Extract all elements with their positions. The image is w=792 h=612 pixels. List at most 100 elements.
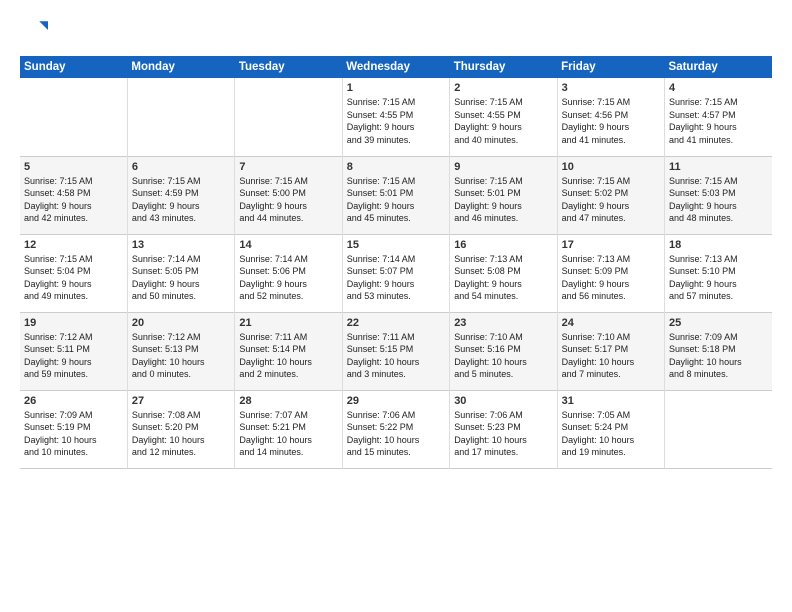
day-info: Sunrise: 7:07 AM Sunset: 5:21 PM Dayligh… [239,409,337,459]
day-number: 8 [347,161,445,173]
day-number: 4 [669,82,768,94]
week-row-1: 1 Sunrise: 7:15 AM Sunset: 4:55 PM Daylig… [20,78,772,156]
day-info: Sunrise: 7:15 AM Sunset: 5:03 PM Dayligh… [669,175,768,225]
day-info: Sunrise: 7:15 AM Sunset: 5:01 PM Dayligh… [454,175,552,225]
day-info: Sunrise: 7:05 AM Sunset: 5:24 PM Dayligh… [562,409,660,459]
day-number: 11 [669,161,768,173]
day-number: 21 [239,317,337,329]
day-number: 24 [562,317,660,329]
weekday-header-monday: Monday [127,56,234,78]
calendar-cell: 3 Sunrise: 7:15 AM Sunset: 4:56 PM Daylig… [557,78,664,156]
calendar-cell: 15 Sunrise: 7:14 AM Sunset: 5:07 PM Dayli… [342,234,449,312]
calendar-cell: 6 Sunrise: 7:15 AM Sunset: 4:59 PM Daylig… [127,156,234,234]
day-number: 1 [347,82,445,94]
calendar-cell: 2 Sunrise: 7:15 AM Sunset: 4:55 PM Daylig… [450,78,557,156]
day-info: Sunrise: 7:09 AM Sunset: 5:18 PM Dayligh… [669,331,768,381]
day-info: Sunrise: 7:15 AM Sunset: 5:01 PM Dayligh… [347,175,445,225]
day-info: Sunrise: 7:15 AM Sunset: 4:55 PM Dayligh… [347,96,445,146]
day-info: Sunrise: 7:11 AM Sunset: 5:15 PM Dayligh… [347,331,445,381]
calendar-cell: 27Sunrise: 7:08 AM Sunset: 5:20 PM Dayli… [127,390,234,468]
header [20,16,772,44]
day-number: 27 [132,395,230,407]
weekday-header-thursday: Thursday [450,56,557,78]
day-info: Sunrise: 7:12 AM Sunset: 5:11 PM Dayligh… [24,331,123,381]
day-info: Sunrise: 7:12 AM Sunset: 5:13 PM Dayligh… [132,331,230,381]
day-number: 23 [454,317,552,329]
day-number: 19 [24,317,123,329]
day-number: 10 [562,161,660,173]
calendar-cell: 14 Sunrise: 7:14 AM Sunset: 5:06 PM Dayli… [235,234,342,312]
day-number: 6 [132,161,230,173]
day-info: Sunrise: 7:15 AM Sunset: 4:57 PM Dayligh… [669,96,768,146]
day-number: 20 [132,317,230,329]
day-number: 31 [562,395,660,407]
weekday-header-tuesday: Tuesday [235,56,342,78]
day-number: 18 [669,239,768,251]
calendar-cell: 7 Sunrise: 7:15 AM Sunset: 5:00 PM Daylig… [235,156,342,234]
day-number: 13 [132,239,230,251]
day-info: Sunrise: 7:15 AM Sunset: 4:55 PM Dayligh… [454,96,552,146]
day-number: 17 [562,239,660,251]
day-number: 25 [669,317,768,329]
calendar-table: SundayMondayTuesdayWednesdayThursdayFrid… [20,56,772,469]
day-number: 29 [347,395,445,407]
day-number: 22 [347,317,445,329]
day-info: Sunrise: 7:15 AM Sunset: 4:58 PM Dayligh… [24,175,123,225]
page: SundayMondayTuesdayWednesdayThursdayFrid… [0,0,792,479]
calendar-cell: 18 Sunrise: 7:13 AM Sunset: 5:10 PM Dayli… [665,234,772,312]
calendar-cell: 8 Sunrise: 7:15 AM Sunset: 5:01 PM Daylig… [342,156,449,234]
calendar-cell: 11 Sunrise: 7:15 AM Sunset: 5:03 PM Dayli… [665,156,772,234]
calendar-cell [127,78,234,156]
calendar-cell: 31 Sunrise: 7:05 AM Sunset: 5:24 PM Dayli… [557,390,664,468]
day-number: 2 [454,82,552,94]
calendar-cell: 1 Sunrise: 7:15 AM Sunset: 4:55 PM Daylig… [342,78,449,156]
calendar-cell: 21Sunrise: 7:11 AM Sunset: 5:14 PM Dayli… [235,312,342,390]
calendar-cell [665,390,772,468]
day-number: 9 [454,161,552,173]
day-info: Sunrise: 7:14 AM Sunset: 5:07 PM Dayligh… [347,253,445,303]
calendar-cell: 22 Sunrise: 7:11 AM Sunset: 5:15 PM Dayli… [342,312,449,390]
day-info: Sunrise: 7:15 AM Sunset: 5:02 PM Dayligh… [562,175,660,225]
day-number: 14 [239,239,337,251]
week-row-3: 12 Sunrise: 7:15 AM Sunset: 5:04 PM Dayli… [20,234,772,312]
calendar-cell: 20 Sunrise: 7:12 AM Sunset: 5:13 PM Dayli… [127,312,234,390]
day-number: 26 [24,395,123,407]
day-info: Sunrise: 7:15 AM Sunset: 5:04 PM Dayligh… [24,253,123,303]
day-info: Sunrise: 7:15 AM Sunset: 5:00 PM Dayligh… [239,175,337,225]
calendar-cell: 24Sunrise: 7:10 AM Sunset: 5:17 PM Dayli… [557,312,664,390]
calendar-cell: 30 Sunrise: 7:06 AM Sunset: 5:23 PM Dayli… [450,390,557,468]
day-number: 12 [24,239,123,251]
weekday-header-friday: Friday [557,56,664,78]
day-number: 28 [239,395,337,407]
day-info: Sunrise: 7:10 AM Sunset: 5:16 PM Dayligh… [454,331,552,381]
day-info: Sunrise: 7:14 AM Sunset: 5:06 PM Dayligh… [239,253,337,303]
weekday-header-wednesday: Wednesday [342,56,449,78]
day-number: 16 [454,239,552,251]
day-info: Sunrise: 7:15 AM Sunset: 4:56 PM Dayligh… [562,96,660,146]
calendar-cell: 23 Sunrise: 7:10 AM Sunset: 5:16 PM Dayli… [450,312,557,390]
calendar-cell [235,78,342,156]
calendar-cell: 28 Sunrise: 7:07 AM Sunset: 5:21 PM Dayli… [235,390,342,468]
calendar-cell: 19 Sunrise: 7:12 AM Sunset: 5:11 PM Dayli… [20,312,127,390]
logo-icon [20,16,48,44]
calendar-cell: 5Sunrise: 7:15 AM Sunset: 4:58 PM Daylig… [20,156,127,234]
day-number: 7 [239,161,337,173]
day-number: 30 [454,395,552,407]
calendar-cell: 9 Sunrise: 7:15 AM Sunset: 5:01 PM Daylig… [450,156,557,234]
calendar-cell [20,78,127,156]
day-number: 3 [562,82,660,94]
weekday-header-sunday: Sunday [20,56,127,78]
day-info: Sunrise: 7:06 AM Sunset: 5:23 PM Dayligh… [454,409,552,459]
calendar-cell: 16 Sunrise: 7:13 AM Sunset: 5:08 PM Dayli… [450,234,557,312]
week-row-2: 5Sunrise: 7:15 AM Sunset: 4:58 PM Daylig… [20,156,772,234]
calendar-cell: 26 Sunrise: 7:09 AM Sunset: 5:19 PM Dayli… [20,390,127,468]
day-info: Sunrise: 7:13 AM Sunset: 5:09 PM Dayligh… [562,253,660,303]
calendar-cell: 17 Sunrise: 7:13 AM Sunset: 5:09 PM Dayli… [557,234,664,312]
calendar-cell: 4 Sunrise: 7:15 AM Sunset: 4:57 PM Daylig… [665,78,772,156]
day-info: Sunrise: 7:15 AM Sunset: 4:59 PM Dayligh… [132,175,230,225]
day-info: Sunrise: 7:13 AM Sunset: 5:10 PM Dayligh… [669,253,768,303]
day-info: Sunrise: 7:13 AM Sunset: 5:08 PM Dayligh… [454,253,552,303]
day-info: Sunrise: 7:09 AM Sunset: 5:19 PM Dayligh… [24,409,123,459]
day-number: 15 [347,239,445,251]
calendar-cell: 13Sunrise: 7:14 AM Sunset: 5:05 PM Dayli… [127,234,234,312]
